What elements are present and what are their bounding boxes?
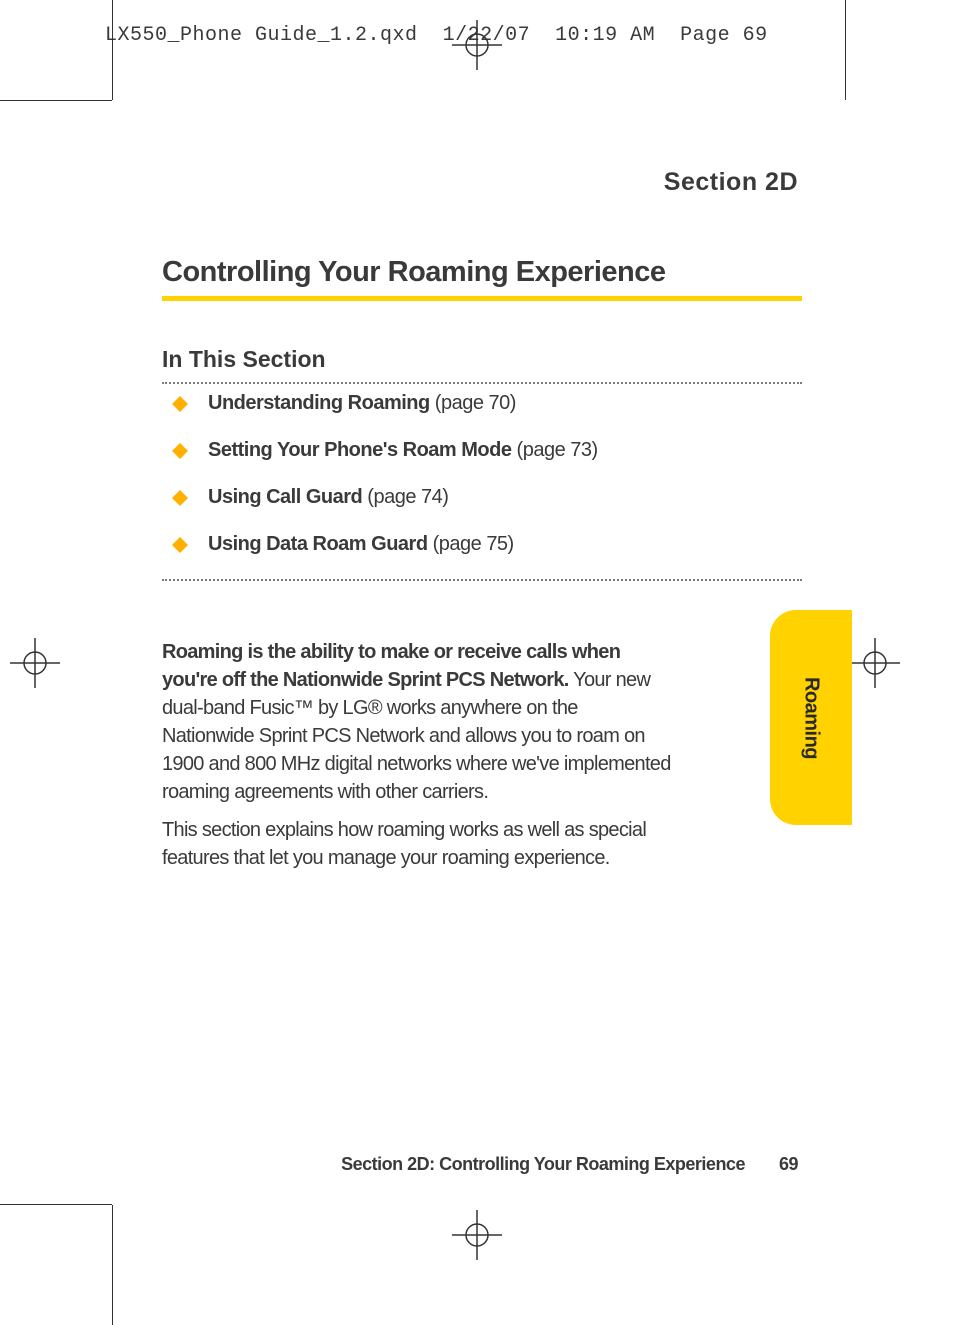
- toc-text: Using Call Guard (page 74): [208, 486, 448, 509]
- crop-mark: [845, 0, 846, 100]
- side-tab-label: Roaming: [800, 676, 823, 758]
- diamond-bullet-icon: [172, 443, 188, 459]
- title-underline: [162, 296, 802, 301]
- footer-label: Section 2D: Controlling Your Roaming Exp…: [341, 1154, 745, 1174]
- crop-mark: [112, 1205, 113, 1325]
- body-text: Roaming is the ability to make or receiv…: [162, 638, 674, 882]
- dotted-divider: [162, 382, 802, 384]
- toc-text: Using Data Roam Guard (page 75): [208, 533, 514, 556]
- toc-text: Understanding Roaming (page 70): [208, 392, 516, 415]
- page-title: Controlling Your Roaming Experience: [162, 256, 666, 289]
- dotted-divider: [162, 579, 802, 581]
- page-content: Section 2D Controlling Your Roaming Expe…: [112, 100, 846, 1205]
- registration-mark-icon: [10, 638, 60, 688]
- diamond-bullet-icon: [172, 490, 188, 506]
- header-time: 10:19 AM: [555, 24, 655, 47]
- toc-item: Using Call Guard (page 74): [162, 486, 802, 509]
- side-tab: Roaming: [770, 610, 852, 825]
- toc-list: Understanding Roaming (page 70) Setting …: [162, 392, 802, 580]
- body-paragraph: This section explains how roaming works …: [162, 816, 674, 872]
- section-label: Section 2D: [664, 168, 798, 197]
- print-header: LX550_Phone Guide_1.2.qxd 1/22/07 10:19 …: [105, 24, 768, 47]
- crop-mark: [112, 0, 113, 100]
- registration-mark-icon: [452, 1210, 502, 1260]
- footer-page-number: 69: [779, 1154, 798, 1174]
- toc-item: Understanding Roaming (page 70): [162, 392, 802, 415]
- header-filename: LX550_Phone Guide_1.2.qxd: [105, 24, 418, 47]
- toc-item: Setting Your Phone's Roam Mode (page 73): [162, 439, 802, 462]
- diamond-bullet-icon: [172, 396, 188, 412]
- body-paragraph: Roaming is the ability to make or receiv…: [162, 638, 674, 806]
- registration-mark-icon: [452, 20, 502, 70]
- toc-item: Using Data Roam Guard (page 75): [162, 533, 802, 556]
- header-page: Page 69: [680, 24, 768, 47]
- crop-mark: [0, 100, 112, 101]
- toc-text: Setting Your Phone's Roam Mode (page 73): [208, 439, 598, 462]
- crop-mark: [0, 1204, 112, 1205]
- diamond-bullet-icon: [172, 537, 188, 553]
- in-this-section-heading: In This Section: [162, 346, 326, 373]
- registration-mark-icon: [850, 638, 900, 688]
- page-footer: Section 2D: Controlling Your Roaming Exp…: [341, 1154, 798, 1175]
